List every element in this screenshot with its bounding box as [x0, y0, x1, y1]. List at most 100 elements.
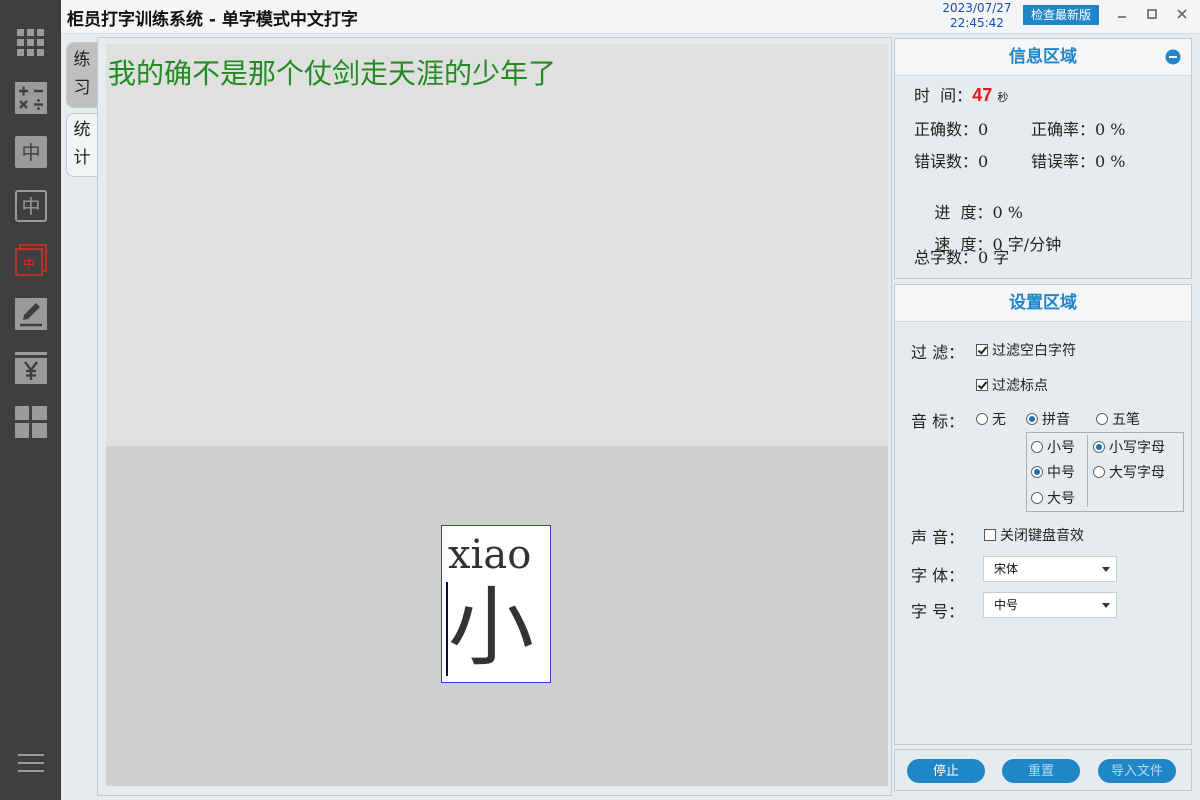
close-icon[interactable]: [1171, 4, 1193, 24]
phonetic-pinyin-radio[interactable]: 拼音: [1026, 409, 1070, 429]
fontsize-dropdown[interactable]: 中号: [983, 592, 1117, 618]
radio-icon: [976, 413, 988, 425]
phonetic-wubi-label: 五笔: [1112, 412, 1140, 428]
phonetic-pinyin-label: 拼音: [1042, 412, 1070, 428]
mute-keyboard-label: 关闭键盘音效: [1000, 528, 1084, 544]
chinese-char-label: 中: [21, 142, 40, 164]
accuracy-value: 0 %: [1095, 120, 1126, 139]
clock-date: 2023/07/27: [942, 1, 1012, 15]
case-lower-radio[interactable]: 小写字母: [1093, 437, 1165, 457]
tab-stats-label-1: 统: [73, 120, 91, 140]
chevron-down-icon: [1102, 567, 1110, 572]
mute-keyboard-checkbox[interactable]: 关闭键盘音效: [984, 525, 1084, 545]
font-dropdown[interactable]: 宋体: [983, 556, 1117, 582]
action-button-bar: 停止 重置 导入文件: [894, 749, 1192, 791]
case-upper-label: 大写字母: [1109, 465, 1165, 481]
tab-practice-label-1: 练: [73, 50, 91, 70]
size-medium-radio[interactable]: 中号: [1031, 462, 1075, 482]
correct-row: 正确数：0: [914, 116, 988, 140]
error-value: 0: [978, 152, 989, 171]
target-char: 小: [448, 578, 534, 678]
maximize-icon[interactable]: [1141, 4, 1163, 24]
calculator-icon[interactable]: [14, 81, 47, 114]
radio-icon: [1031, 492, 1043, 504]
chinese-char-filled-icon[interactable]: 中: [14, 135, 47, 168]
correct-value: 0: [978, 120, 989, 139]
time-label: 时 间：: [914, 86, 973, 105]
case-upper-radio[interactable]: 大写字母: [1093, 462, 1165, 482]
radio-icon: [1096, 413, 1108, 425]
time-value: 47: [972, 85, 993, 105]
radio-selected-icon: [1031, 466, 1043, 478]
grid-icon[interactable]: [14, 26, 47, 59]
tab-stats-label-2: 计: [73, 148, 91, 168]
practice-text: 我的确不是那个仗剑走天涯的少年了: [108, 57, 557, 90]
size-large-label: 大号: [1047, 491, 1075, 507]
tab-stats[interactable]: 统 计: [66, 113, 98, 177]
settings-panel-title: 设置区域: [895, 285, 1191, 322]
phonetic-none-radio[interactable]: 无: [976, 409, 1006, 429]
fontsize-label: 字 号：: [911, 602, 965, 621]
filter-label: 过 滤：: [911, 343, 965, 362]
size-small-radio[interactable]: 小号: [1031, 437, 1075, 457]
chinese-char-label: 中: [21, 196, 40, 218]
group-divider: [1087, 435, 1088, 507]
checkbox-checked-icon: [976, 344, 988, 356]
reset-button[interactable]: 重置: [1002, 759, 1080, 783]
checkbox-icon: [984, 529, 996, 541]
accuracy-label: 正确率：: [1031, 120, 1096, 139]
text-caret: [446, 582, 448, 676]
size-large-radio[interactable]: 大号: [1031, 488, 1075, 508]
chinese-char-outline-icon[interactable]: 中: [14, 189, 47, 222]
phonetic-wubi-radio[interactable]: 五笔: [1096, 409, 1140, 429]
pinyin-hint: xiao: [448, 532, 532, 578]
left-nav-rail: 中 中 中: [0, 0, 61, 800]
current-char-box[interactable]: xiao 小: [441, 525, 551, 683]
total-row: 总字数：0 字: [914, 244, 1009, 268]
accuracy-row: 正确率：0 %: [1031, 116, 1125, 140]
size-medium-label: 中号: [1047, 465, 1075, 481]
total-label: 总字数：: [914, 248, 979, 267]
radio-icon: [1031, 441, 1043, 453]
chevron-down-icon: [1102, 603, 1110, 608]
filter-punct-checkbox[interactable]: 过滤标点: [976, 375, 1048, 395]
tab-practice[interactable]: 练 习: [66, 42, 98, 108]
fontsize-dropdown-value: 中号: [994, 598, 1019, 612]
collapse-icon[interactable]: [1165, 49, 1181, 69]
stop-button[interactable]: 停止: [907, 759, 985, 783]
tiles-icon[interactable]: [14, 405, 47, 438]
filter-punct-label: 过滤标点: [992, 378, 1048, 394]
chinese-char-layered-icon[interactable]: 中: [14, 243, 47, 276]
time-unit: 秒: [997, 91, 1009, 104]
error-rate-row: 错误率：0 %: [1031, 148, 1125, 172]
filter-whitespace-checkbox[interactable]: 过滤空白字符: [976, 340, 1076, 360]
import-file-button[interactable]: 导入文件: [1098, 759, 1176, 783]
pen-icon[interactable]: [14, 297, 47, 330]
menu-icon[interactable]: [14, 746, 47, 779]
radio-selected-icon: [1093, 441, 1105, 453]
chinese-char-label: 中: [22, 256, 34, 271]
radio-selected-icon: [1026, 413, 1038, 425]
error-row: 错误数：0: [914, 148, 988, 172]
settings-panel: 设置区域 过 滤： 过滤空白字符 过滤标点 音 标： 无 拼音 五笔 小号 中号…: [894, 284, 1192, 745]
sound-label: 声 音：: [911, 528, 965, 547]
pinyin-size-group: 小号 中号 大号 小写字母 大写字母: [1026, 432, 1184, 512]
minimize-icon[interactable]: [1111, 4, 1133, 24]
font-label: 字 体：: [911, 566, 965, 585]
phonetic-label: 音 标：: [911, 412, 965, 431]
check-update-button[interactable]: 检查最新版: [1023, 5, 1099, 25]
practice-text-area: 我的确不是那个仗剑走天涯的少年了: [106, 44, 888, 446]
tab-practice-label-2: 习: [73, 78, 91, 98]
info-panel-title: 信息区域: [895, 39, 1191, 76]
time-row: 时 间：47 秒: [914, 82, 1008, 106]
clock: 2023/07/27 22:45:42: [939, 1, 1015, 31]
title-bar: 柜员打字训练系统 - 单字模式中文打字 2023/07/27 22:45:42 …: [61, 0, 1200, 34]
clock-time: 22:45:42: [950, 16, 1004, 30]
checkbox-checked-icon: [976, 379, 988, 391]
size-small-label: 小号: [1047, 440, 1075, 456]
error-label: 错误数：: [914, 152, 979, 171]
filter-whitespace-label: 过滤空白字符: [992, 343, 1076, 359]
yen-icon[interactable]: [14, 351, 47, 384]
font-dropdown-value: 宋体: [994, 562, 1019, 576]
window-title: 柜员打字训练系统 - 单字模式中文打字: [67, 10, 358, 30]
